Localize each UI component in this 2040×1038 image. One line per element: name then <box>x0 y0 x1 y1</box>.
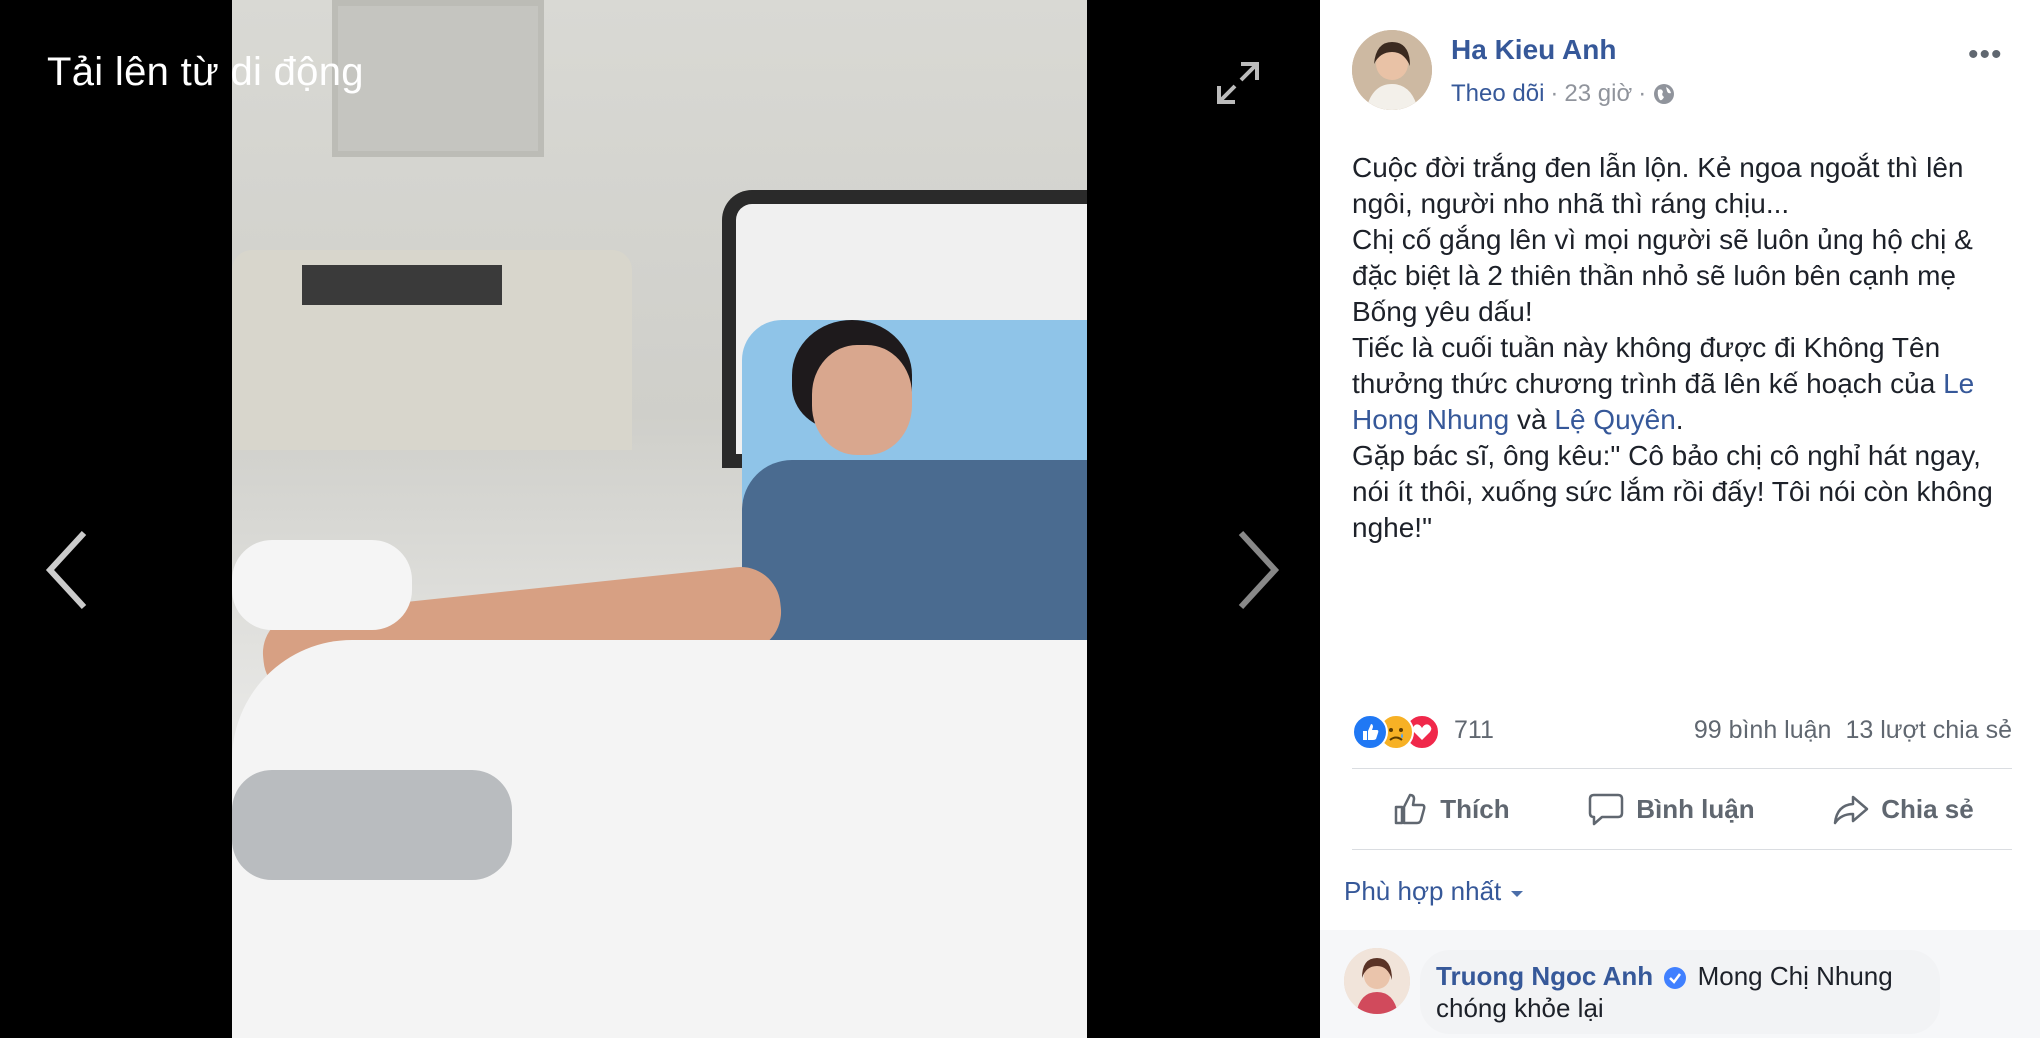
like-label: Thích <box>1440 793 1510 824</box>
globe-icon[interactable] <box>1652 82 1676 106</box>
share-arrow-icon <box>1833 795 1869 825</box>
tray-shape <box>232 770 512 880</box>
post-paragraph: Cuộc đời trắng đen lẫn lộn. Kẻ ngoa ngoắ… <box>1352 152 1964 219</box>
post-time[interactable]: 23 giờ <box>1564 80 1632 108</box>
face-shape <box>812 345 912 455</box>
keyboard-shape <box>302 265 502 305</box>
reaction-icons[interactable] <box>1352 714 1452 750</box>
post-text-fragment: Tiếc là cuối tuần này không được đi Khôn… <box>1352 332 1941 399</box>
gloved-hand-shape <box>232 540 412 630</box>
photo-viewer: Tải lên từ di động <box>0 0 1320 1038</box>
post-photo[interactable] <box>232 0 1087 1038</box>
thumbs-up-icon <box>1395 793 1426 825</box>
previous-photo-button[interactable] <box>40 525 100 615</box>
follow-link[interactable]: Theo dõi <box>1451 80 1544 108</box>
meta-separator: · <box>1638 80 1647 107</box>
more-options-icon[interactable]: ••• <box>1968 38 2003 72</box>
share-count[interactable]: 13 lượt chia sẻ <box>1845 716 2012 745</box>
comment-sort-dropdown[interactable]: Phù hợp nhất <box>1344 876 1525 907</box>
meta-separator: · <box>1550 80 1559 107</box>
post-meta: Theo dõi · 23 giờ · <box>1451 80 1676 108</box>
comment-label: Bình luận <box>1636 793 1755 824</box>
comment-list: Truong Ngoc Anh Mong Chị Nhung chóng khỏ… <box>1320 930 2040 1038</box>
caret-down-icon <box>1510 891 1523 897</box>
commenter-avatar[interactable] <box>1344 948 1410 1014</box>
reaction-summary: 711 99 bình luận 13 lượt chia sẻ <box>1352 712 2012 752</box>
author-name[interactable]: Ha Kieu Anh <box>1451 34 1616 66</box>
like-button[interactable]: Thích <box>1390 789 1510 829</box>
comment-author[interactable]: Truong Ngoc Anh <box>1436 961 1653 991</box>
comment-sort-area: Phù hợp nhất <box>1320 850 2040 931</box>
comment-bubble: Truong Ngoc Anh Mong Chị Nhung chóng khỏ… <box>1420 950 1940 1034</box>
chevron-right-icon <box>1238 530 1280 610</box>
share-label: Chia sẻ <box>1881 793 1974 824</box>
share-button[interactable]: Chia sẻ <box>1831 789 1974 829</box>
post-paragraph: Gặp bác sĩ, ông kêu:" Cô bảo chị cô nghỉ… <box>1352 440 1993 543</box>
reaction-count[interactable]: 711 <box>1454 716 1494 745</box>
author-avatar[interactable] <box>1352 30 1432 110</box>
sort-label: Phù hợp nhất <box>1344 876 1502 906</box>
post-text: Cuộc đời trắng đen lẫn lộn. Kẻ ngoa ngoắ… <box>1352 150 2012 546</box>
post-paragraph: Chị cố gắng lên vì mọi người sẽ luôn ủng… <box>1352 224 1973 327</box>
upload-source-label: Tải lên từ di động <box>47 50 364 94</box>
comment-bubble-icon <box>1588 793 1624 826</box>
post-sidebar: Ha Kieu Anh Theo dõi · 23 giờ · ••• Cuộc… <box>1320 0 2040 1038</box>
verified-badge-icon <box>1664 967 1687 990</box>
post-text-fragment: và <box>1517 404 1547 435</box>
post-paragraph: Tiếc là cuối tuần này không được đi Khôn… <box>1352 330 2012 438</box>
post-stats: 99 bình luận 13 lượt chia sẻ <box>1694 716 2012 745</box>
like-reaction-icon <box>1352 714 1388 750</box>
next-photo-button[interactable] <box>1225 525 1285 615</box>
comment-button[interactable]: Bình luận <box>1586 789 1755 829</box>
mention-link[interactable]: Lệ Quyên <box>1554 404 1675 435</box>
expand-icon[interactable] <box>1213 58 1263 108</box>
chevron-left-icon <box>45 530 87 610</box>
post-text-fragment: . <box>1675 404 1684 435</box>
comment-count[interactable]: 99 bình luận <box>1694 716 1832 745</box>
denim-jacket-shape <box>742 460 1087 660</box>
post-action-bar: Thích Bình luận Chia sẻ <box>1352 768 2012 850</box>
